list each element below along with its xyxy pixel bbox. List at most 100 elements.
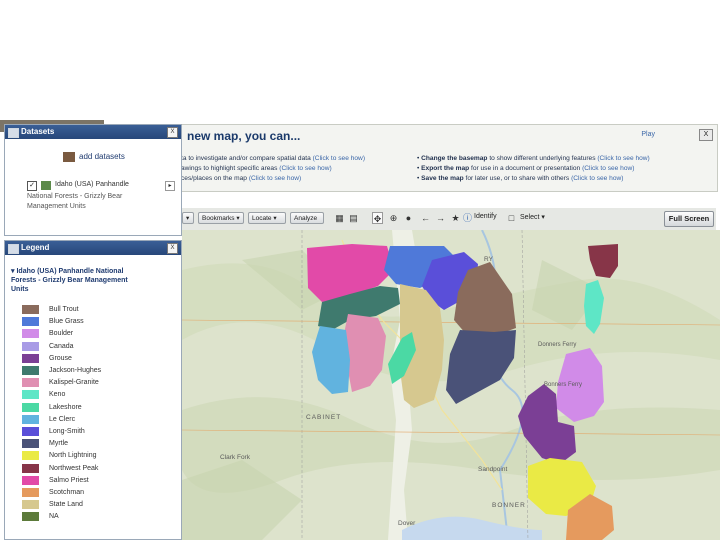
legend-swatch xyxy=(22,341,39,351)
legend-swatch xyxy=(22,512,39,522)
zoom-in-icon[interactable]: ⊕ xyxy=(388,212,399,224)
map-svg xyxy=(182,230,720,540)
back-arrow-icon[interactable]: ← xyxy=(420,212,431,224)
legend-label: Blue Grass xyxy=(49,318,84,326)
legend-label: Myrtle xyxy=(49,440,69,448)
getting-started-banner: new map, you can... Play X ta to investi… xyxy=(180,124,718,192)
full-screen-button[interactable]: Full Screen xyxy=(664,211,714,227)
toolbar-dropdown-button[interactable]: ▾ xyxy=(182,212,194,224)
legend-label: Le Clerc xyxy=(49,415,76,423)
banner-play-link[interactable]: Play xyxy=(641,131,655,138)
map-place-label: Dover xyxy=(398,520,416,527)
bookmarks-button[interactable]: Bookmarks ▾ xyxy=(198,212,244,224)
legend-swatch xyxy=(22,475,39,485)
basemap-icon[interactable]: ▦ xyxy=(334,212,345,224)
legend-label: Lakeshore xyxy=(49,403,82,411)
datasets-panel: Datasets X add datasets ✓ Idaho (USA) Pa… xyxy=(4,124,182,236)
legend-close-button[interactable]: X xyxy=(167,243,178,254)
legend-swatch xyxy=(22,488,39,497)
globe-icon[interactable]: ● xyxy=(403,212,414,224)
legend-swatch xyxy=(22,500,39,510)
legend-item: Northwest Peak xyxy=(15,463,175,474)
legend-layer-title[interactable]: ▾ Idaho (USA) Panhandle National Forests… xyxy=(11,267,128,294)
legend-item: Salmo Priest xyxy=(15,475,175,486)
legend-swatch xyxy=(22,329,39,339)
map-place-label: Clark Fork xyxy=(220,454,250,461)
layers-icon[interactable]: ▤ xyxy=(348,212,359,224)
legend-panel-header: Legend xyxy=(5,241,181,255)
legend-item: Keno xyxy=(15,389,175,400)
collapse-arrow-icon: ▾ xyxy=(11,268,15,275)
locate-button[interactable]: Locate ▾ xyxy=(248,212,286,224)
legend-swatch xyxy=(22,451,39,461)
layer-name: Management Units xyxy=(27,203,86,210)
banner-tip: awings to highlight specific areas (Clic… xyxy=(181,165,332,172)
select-button[interactable]: Select ▾ xyxy=(520,213,545,221)
identify-button[interactable]: Identify xyxy=(474,213,497,220)
add-datasets-icon[interactable] xyxy=(63,152,75,162)
legend-item: Le Clerc xyxy=(15,414,175,425)
legend-label: Kalispel-Granite xyxy=(49,379,99,387)
legend-icon xyxy=(8,244,19,254)
analyze-button[interactable]: Analyze xyxy=(290,212,324,224)
datasets-icon xyxy=(8,128,19,138)
legend-label: Long-Smith xyxy=(49,428,85,435)
legend-item: Canada xyxy=(15,341,175,352)
forward-arrow-icon[interactable]: → xyxy=(435,212,446,224)
layer-checkbox[interactable]: ✓ xyxy=(27,181,37,191)
legend-item: Long-Smith xyxy=(15,426,175,437)
pan-icon[interactable]: ✥ xyxy=(372,212,383,224)
datasets-panel-title: Datasets xyxy=(21,127,55,136)
legend-item: State Land xyxy=(15,499,175,510)
legend-swatch xyxy=(22,353,39,363)
banner-tip: ta to investigate and/or compare spatial… xyxy=(181,155,366,162)
legend-swatch xyxy=(22,305,39,314)
legend-swatch xyxy=(22,366,39,375)
legend-label: NA xyxy=(49,513,59,521)
legend-label: State Land xyxy=(49,501,83,509)
datasets-panel-header: Datasets xyxy=(5,125,181,139)
see-how-link[interactable]: (Click to see how) xyxy=(597,155,649,162)
layer-name[interactable]: Idaho (USA) Panhandle xyxy=(55,181,129,188)
see-how-link[interactable]: (Click to see how) xyxy=(313,155,365,162)
banner-tip: ces/places on the map (Click to see how) xyxy=(181,175,302,182)
legend-panel-title: Legend xyxy=(21,243,50,252)
legend-item: Bull Trout xyxy=(15,304,175,315)
measure-icon[interactable]: ★ xyxy=(450,212,461,224)
legend-swatch xyxy=(22,390,39,400)
legend-item: North Lightning xyxy=(15,450,175,461)
layer-name: National Forests - Grizzly Bear xyxy=(27,193,123,200)
map-place-label: RY xyxy=(484,256,493,263)
select-icon[interactable]: □ xyxy=(506,212,517,224)
add-datasets-link[interactable]: add datasets xyxy=(79,152,125,161)
map-place-label: BONNER xyxy=(492,502,526,509)
legend-item: Scotchman xyxy=(15,487,175,498)
legend-swatch xyxy=(22,439,39,449)
legend-item: NA xyxy=(15,511,175,522)
see-how-link[interactable]: (Click to see how) xyxy=(249,175,301,182)
banner-close-button[interactable]: X xyxy=(699,129,713,141)
legend-label: Canada xyxy=(49,342,74,350)
legend-label: Northwest Peak xyxy=(49,464,99,472)
legend-label: Scotchman xyxy=(49,489,85,496)
legend-swatch xyxy=(22,378,39,388)
map-canvas[interactable]: RY Donners Ferry Bonners Ferry Sandpoint… xyxy=(182,230,720,540)
banner-tip: • Change the basemap to show different u… xyxy=(417,155,650,162)
legend-label: Salmo Priest xyxy=(49,476,89,484)
see-how-link[interactable]: (Click to see how) xyxy=(571,175,623,182)
identify-icon[interactable]: ⓘ xyxy=(462,212,473,224)
legend-item: Kalispel-Granite xyxy=(15,377,175,388)
map-place-label: Sandpoint xyxy=(478,466,508,473)
datasets-close-button[interactable]: X xyxy=(167,127,178,138)
legend-panel: Legend X ▾ Idaho (USA) Panhandle Nationa… xyxy=(4,240,182,540)
banner-tip: • Export the map for use in a document o… xyxy=(417,165,635,172)
layer-expand-icon[interactable]: ▸ xyxy=(165,181,175,191)
legend-swatch xyxy=(22,427,39,436)
see-how-link[interactable]: (Click to see how) xyxy=(279,165,331,172)
banner-title: new map, you can... xyxy=(187,129,301,143)
layer-icon xyxy=(41,181,51,190)
see-how-link[interactable]: (Click to see how) xyxy=(582,165,634,172)
legend-item: Blue Grass xyxy=(15,316,175,327)
legend-item: Boulder xyxy=(15,328,175,339)
map-place-label: Bonners Ferry xyxy=(544,382,583,388)
